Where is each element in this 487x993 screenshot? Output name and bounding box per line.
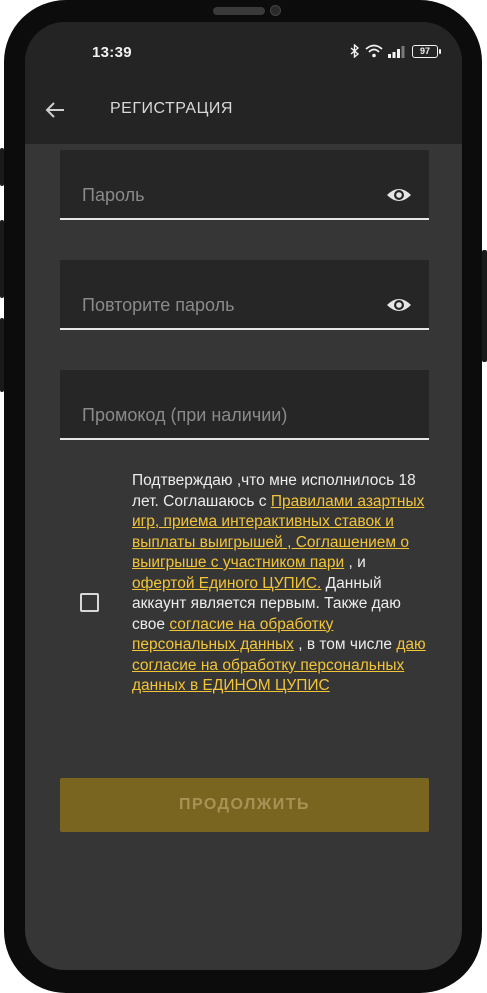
phone-frame: 13:39 97 РЕГИСТРАЦИЯ Промокод (при налич… [0, 0, 487, 993]
screen: 13:39 97 РЕГИСТРАЦИЯ Промокод (при налич… [25, 22, 462, 970]
bluetooth-icon [350, 44, 360, 58]
eye-icon[interactable] [385, 294, 413, 316]
password-input[interactable] [80, 184, 384, 207]
speaker-grille [213, 7, 265, 15]
promo-field[interactable] [60, 370, 429, 440]
repeat-password-input[interactable] [80, 294, 384, 317]
wifi-icon [365, 44, 383, 58]
offer-link[interactable]: офертой Единого ЦУПИС. [132, 575, 321, 592]
agreement-text: Подтверждаю ,что мне исполнилось 18 лет.… [132, 471, 427, 697]
page-title: РЕГИСТРАЦИЯ [110, 100, 233, 117]
status-icons: 97 [349, 44, 441, 58]
agreement-text-2: , и [344, 554, 366, 571]
repeat-password-field[interactable] [60, 260, 429, 330]
agreement-text-4: , в том числе [293, 636, 397, 653]
eye-icon[interactable] [385, 184, 413, 206]
top-bar: 13:39 97 РЕГИСТРАЦИЯ [25, 22, 462, 144]
status-time: 13:39 [92, 44, 132, 61]
front-camera [270, 5, 281, 16]
side-button-right [482, 250, 487, 362]
agree-checkbox[interactable] [80, 593, 99, 612]
battery-icon: 97 [412, 44, 441, 58]
continue-button[interactable]: ПРОДОЛЖИТЬ [60, 778, 429, 832]
signal-icon [388, 45, 405, 58]
password-field[interactable] [60, 150, 429, 220]
arrow-left-icon[interactable] [43, 98, 67, 122]
promo-input[interactable] [80, 404, 384, 427]
